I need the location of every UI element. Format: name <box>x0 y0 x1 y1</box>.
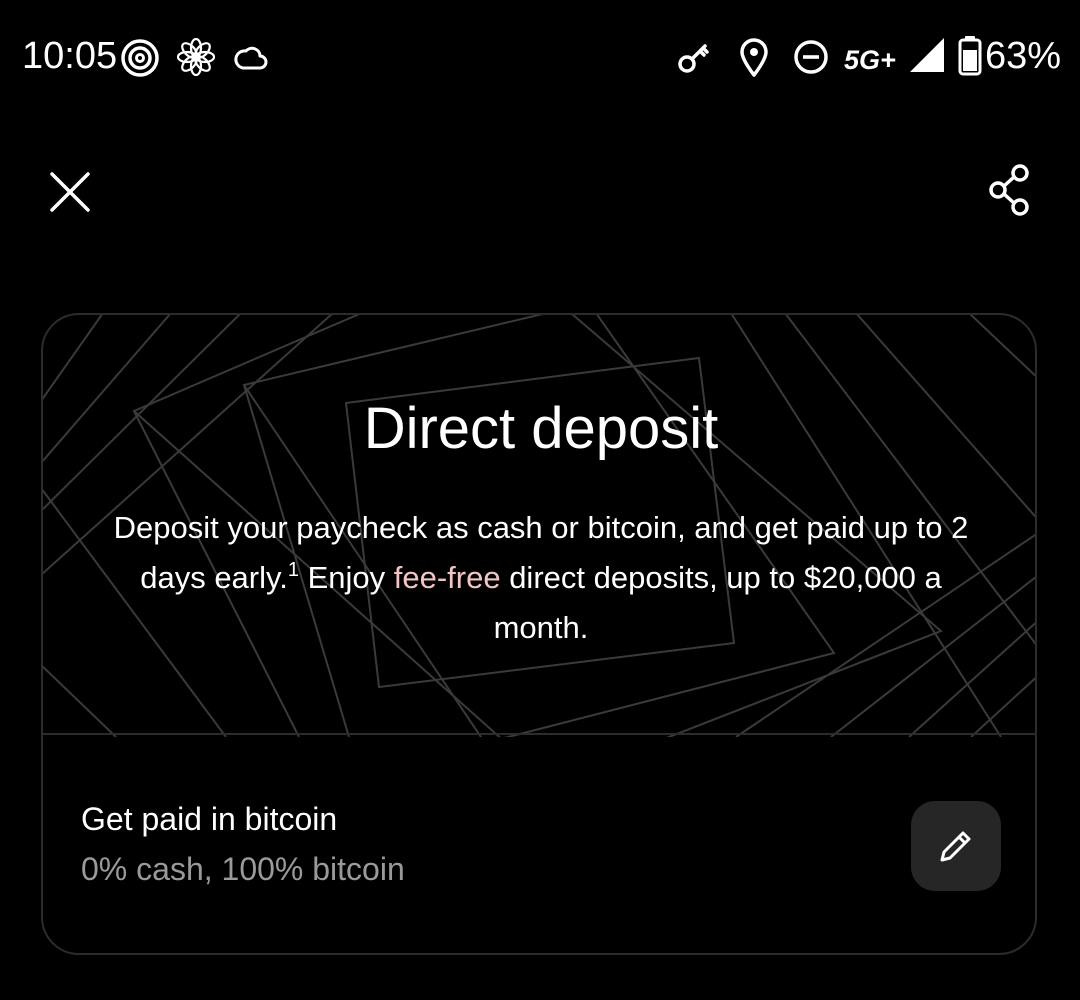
cloud-icon <box>234 46 268 70</box>
threads-icon <box>121 39 159 77</box>
battery-percentage: 63% <box>985 35 1062 77</box>
direct-deposit-card: Direct deposit Deposit your paycheck as … <box>41 313 1037 955</box>
location-pin-icon <box>740 38 768 77</box>
pencil-icon <box>940 831 971 862</box>
close-button[interactable] <box>40 162 100 222</box>
setting-title: Get paid in bitcoin <box>81 801 338 837</box>
card-divider <box>43 733 1035 735</box>
footnote-marker: 1 <box>287 559 299 581</box>
setting-subtitle: 0% cash, 100% bitcoin <box>81 851 405 887</box>
signal-icon <box>910 38 944 72</box>
description-text-3: direct deposits, up to $20,000 a month. <box>493 560 942 645</box>
card-title: Direct deposit <box>363 396 719 461</box>
key-icon <box>678 44 709 73</box>
card-description: Deposit your paycheck as cash or bitcoin… <box>113 503 969 653</box>
status-time: 10:05 <box>22 35 118 77</box>
close-icon <box>50 172 90 212</box>
fee-free-link[interactable]: fee-free <box>394 560 501 595</box>
share-button[interactable] <box>978 160 1040 222</box>
flower-icon <box>177 38 215 76</box>
description-text-2: Enjoy <box>298 560 394 595</box>
card-hero: Direct deposit Deposit your paycheck as … <box>43 315 1035 737</box>
do-not-disturb-icon <box>794 40 828 74</box>
status-bar: 10:05 5G+ 63% <box>0 0 1080 112</box>
network-type: 5G+ <box>844 45 896 75</box>
share-icon <box>989 164 1029 216</box>
battery-icon <box>958 36 982 76</box>
edit-allocation-button[interactable] <box>911 801 1001 891</box>
